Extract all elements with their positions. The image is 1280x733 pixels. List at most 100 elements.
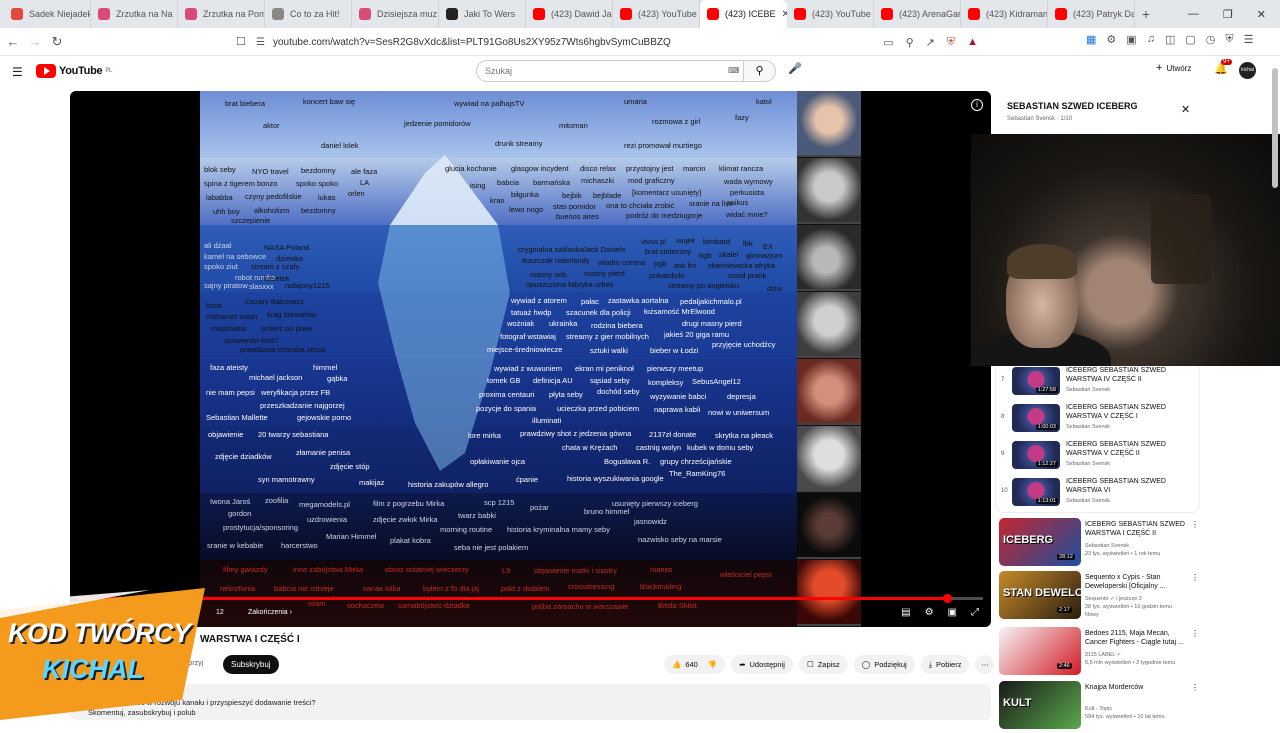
brave-shield-icon[interactable]: ⛨ xyxy=(947,36,955,49)
recommendation-title[interactable]: Sequento x Cypis - Stan Deweloperski [Of… xyxy=(1085,573,1185,591)
site-info-icon[interactable]: ☰ xyxy=(256,37,265,48)
screenshot-icon[interactable]: ▣ xyxy=(1126,33,1136,46)
hamburger-menu-icon[interactable]: ☰ xyxy=(12,65,23,79)
thumbs-up-icon[interactable]: 👍 xyxy=(672,660,681,669)
playlist-item-thumbnail[interactable]: 1:13:01 xyxy=(1012,478,1060,506)
thanks-button[interactable]: ◯ Podziękuj xyxy=(853,655,915,674)
more-options-icon[interactable]: ⋮ xyxy=(1191,573,1199,582)
back-icon[interactable]: ← xyxy=(4,34,22,49)
playlist-item-title[interactable]: ICEBERG SEBASTIAN SZWED WARSTWA V CZĘŚĆ … xyxy=(1066,403,1186,421)
recommendation-item[interactable]: STAN DEWELOPERSKI 2:17 Sequento x Cypis - … xyxy=(997,571,1199,623)
new-tab-button[interactable]: + xyxy=(1135,6,1157,22)
recommendation-item[interactable]: ICEBERG 28:12 ICEBERG SEBASTIAN SZWED WARS… xyxy=(997,518,1199,570)
playlist-item-thumbnail[interactable]: 1:27:58 xyxy=(1012,367,1060,395)
window-controls: — ❐ ✕ xyxy=(1188,8,1280,21)
playlist-item-title[interactable]: ICEBERG SEBASTIAN SZWED WARSTWA VI xyxy=(1066,477,1186,495)
close-icon[interactable]: ✕ xyxy=(1181,103,1190,116)
download-button[interactable]: ⤓ Pobierz xyxy=(920,655,970,674)
playlist-item-title[interactable]: ICEBERG SEBASTIAN SZWED WARSTWA IV CZĘŚĆ… xyxy=(1066,366,1186,384)
miniplayer-icon[interactable]: ▣ xyxy=(948,607,957,618)
shield-icon[interactable]: ⛨ xyxy=(1225,33,1233,46)
more-options-icon[interactable]: ⋮ xyxy=(1191,629,1199,638)
cast-icon[interactable]: ▭ xyxy=(883,36,893,49)
reload-icon[interactable]: ↻ xyxy=(48,34,66,50)
recommendation-item[interactable]: 2:46 Bedoes 2115, Maja Mecan, Cancer Figh… xyxy=(997,627,1199,679)
create-button[interactable]: + Utwórz xyxy=(1156,62,1191,74)
avatar[interactable]: kichal xyxy=(1239,62,1256,79)
browser-tab[interactable]: Dzisiejsza muz xyxy=(352,0,439,28)
recommendation-thumbnail[interactable]: KULT xyxy=(999,681,1081,729)
keyboard-icon[interactable]: ⌨ xyxy=(728,66,740,75)
browser-tab[interactable]: Jaki To Wers xyxy=(439,0,526,28)
forward-icon[interactable]: → xyxy=(26,34,44,49)
playlist-item[interactable]: 7 1:27:58 ICEBERG SEBASTIAN SZWED WARSTWA … xyxy=(996,365,1201,401)
bookmark-icon[interactable]: ☐ xyxy=(236,35,246,48)
share-icon[interactable]: ↗ xyxy=(926,36,935,49)
scrollbar-thumb[interactable] xyxy=(1272,68,1278,188)
microphone-icon[interactable]: 🎤 xyxy=(788,62,802,75)
browser-tab[interactable]: Zrzutka na Na xyxy=(91,0,178,28)
playlist-item-title[interactable]: ICEBERG SEBASTIAN SZWED WARSTWA V CZĘŚĆ … xyxy=(1066,440,1186,458)
playlist-item-channel[interactable]: Sebastian Svensk xyxy=(1066,498,1110,504)
restore-icon[interactable]: ❐ xyxy=(1223,8,1233,21)
save-button[interactable]: ☐ Zapisz xyxy=(798,655,848,674)
playlist-item-channel[interactable]: Sebastian Svensk xyxy=(1066,424,1110,430)
url-text[interactable]: youtube.com/watch?v=SesR2G8vXdc&list=PLT… xyxy=(273,37,871,48)
share-button[interactable]: ➦ Udostępnij xyxy=(731,655,793,674)
browser-tab[interactable]: (423) ICEBE ✕ xyxy=(700,0,787,28)
info-icon[interactable]: i xyxy=(971,99,983,111)
window-close-icon[interactable]: ✕ xyxy=(1257,8,1266,21)
wallet-icon[interactable]: ▢ xyxy=(1185,33,1195,46)
like-dislike-button[interactable]: 👍 640 👎 xyxy=(664,655,726,674)
more-actions-button[interactable]: ⋯ xyxy=(975,655,995,674)
video-description[interactable]: ▣Chcesz pomóc w rozwoju kanału i przyspi… xyxy=(70,684,991,720)
address-bar[interactable]: ☰ youtube.com/watch?v=SesR2G8vXdc&list=P… xyxy=(256,30,978,54)
search-button[interactable]: ⚲ xyxy=(744,60,776,82)
playlist-item-thumbnail[interactable]: 1:00:03 xyxy=(1012,404,1060,432)
browser-tab[interactable]: (423) YouTube xyxy=(613,0,700,28)
browser-tab[interactable]: (423) ArenaGam xyxy=(874,0,961,28)
subscribe-button[interactable]: Subskrybuj xyxy=(223,655,279,674)
video-player[interactable]: brat biebera koncert baw się wywiad na pal… xyxy=(70,91,991,627)
playlist-item-channel[interactable]: Sebastian Svensk xyxy=(1066,387,1110,393)
video-progress-bar[interactable] xyxy=(78,594,983,603)
page-scrollbar[interactable] xyxy=(1272,56,1278,716)
search-input[interactable] xyxy=(476,60,744,82)
thumbs-down-icon[interactable]: 👎 xyxy=(708,660,717,669)
vpn-icon[interactable]: ◷ xyxy=(1206,33,1216,46)
more-options-icon[interactable]: ⋮ xyxy=(1191,683,1199,692)
fullscreen-icon[interactable]: ⤢ xyxy=(971,607,979,618)
youtube-logo[interactable]: YouTube PL xyxy=(36,64,112,78)
translate-icon[interactable]: ▦ xyxy=(1086,33,1096,46)
browser-tab[interactable]: (423) Patryk Da xyxy=(1048,0,1135,28)
browser-menu-icon[interactable]: ☰ xyxy=(1244,33,1254,46)
music-icon[interactable]: ♫ xyxy=(1147,33,1155,46)
recommendation-title[interactable]: ICEBERG SEBASTIAN SZWED WARSTWA I CZĘŚĆ … xyxy=(1085,520,1185,538)
recommendation-title[interactable]: Bedoes 2115, Maja Mecan, Cancer Fighters… xyxy=(1085,629,1185,647)
brave-rewards-icon[interactable]: ▲ xyxy=(967,36,978,48)
zoom-icon[interactable]: ⚲ xyxy=(906,36,914,49)
minimize-icon[interactable]: — xyxy=(1188,8,1199,21)
sidebar-icon[interactable]: ◫ xyxy=(1165,33,1175,46)
playlist-title[interactable]: SEBASTIAN SZWED ICEBERG xyxy=(1007,101,1138,111)
settings-gear-icon[interactable]: ⚙ xyxy=(925,607,934,618)
playlist-item[interactable]: 8 1:00:03 ICEBERG SEBASTIAN SZWED WARSTWA … xyxy=(996,402,1201,438)
more-options-icon[interactable]: ⋮ xyxy=(1191,520,1199,529)
progress-scrubber[interactable] xyxy=(942,594,952,603)
playlist-item[interactable]: 10 1:13:01 ICEBERG SEBASTIAN SZWED WARSTWA… xyxy=(996,476,1201,512)
subtitles-icon[interactable]: ▤ xyxy=(901,607,910,618)
browser-tab[interactable]: (423) Dawid Jas xyxy=(526,0,613,28)
playlist-item-channel[interactable]: Sebastian Svensk xyxy=(1066,461,1110,467)
playlist-item-thumbnail[interactable]: 1:12:27 xyxy=(1012,441,1060,469)
recommendation-title[interactable]: Knajpa Morderców xyxy=(1085,683,1185,692)
recommendation-item[interactable]: KULT Knajpa Morderców Kult - Topic 594 tys… xyxy=(997,681,1199,733)
browser-tab[interactable]: Sadek Niejadek xyxy=(4,0,91,28)
extensions-icon[interactable]: ⚙ xyxy=(1106,33,1116,46)
browser-tab[interactable]: (423) YouTube xyxy=(787,0,874,28)
notifications-bell-icon[interactable]: 🔔 9+ xyxy=(1214,59,1232,75)
browser-tab[interactable]: Zrzutka na Pom xyxy=(178,0,265,28)
chapter-label[interactable]: Zakończenia › xyxy=(248,609,292,616)
browser-tab[interactable]: (423) Kidraman xyxy=(961,0,1048,28)
browser-tab[interactable]: Co to za Hit! xyxy=(265,0,352,28)
playlist-item[interactable]: 9 1:12:27 ICEBERG SEBASTIAN SZWED WARSTWA … xyxy=(996,439,1201,475)
